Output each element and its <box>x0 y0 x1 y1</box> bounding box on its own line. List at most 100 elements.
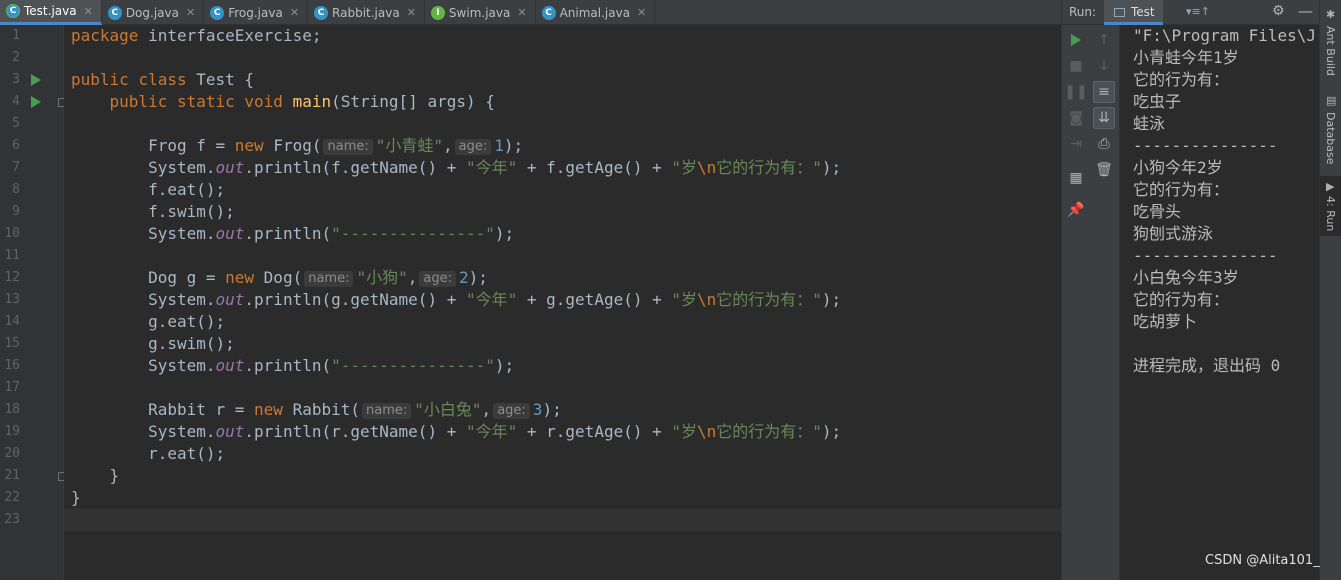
tab-label: Animal.java <box>559 5 631 20</box>
rerun-icon[interactable] <box>1065 29 1087 51</box>
console-line: 进程完成，退出码 0 <box>1133 356 1281 375</box>
console-line: 小狗今年2岁 <box>1133 158 1223 177</box>
tab-frog-java[interactable]: C Frog.java ✕ <box>204 0 309 25</box>
code-line-15: g.swim(); <box>148 334 235 353</box>
minimize-icon[interactable]: — <box>1298 2 1313 20</box>
line-number: 6 <box>12 138 20 153</box>
line-number: 3 <box>12 72 20 87</box>
code-line-21: } <box>71 466 120 485</box>
login-icon[interactable]: ⇥ <box>1065 133 1087 155</box>
parameter-hint: age: <box>419 271 456 287</box>
line-number: 17 <box>4 380 20 395</box>
code-line-13: System.out.println(g.getName() + "今年" + … <box>148 290 842 309</box>
console-line: 小白兔今年3岁 <box>1133 268 1239 287</box>
tab-label: Test.java <box>24 4 77 18</box>
code-line-18: Rabbit r = new Rabbit(name: "小白兔", age: 3); <box>148 400 562 419</box>
close-icon[interactable]: ✕ <box>517 6 526 19</box>
camera-icon[interactable]: ◙ <box>1065 107 1087 129</box>
console-line: 吃胡萝卜 <box>1133 312 1198 331</box>
tab-test-java[interactable]: C Test.java ✕ <box>0 0 102 25</box>
close-icon[interactable]: ✕ <box>290 6 299 19</box>
main-class-icon: C <box>6 4 20 18</box>
console-line: 吃骨头 <box>1133 202 1182 221</box>
stop-icon[interactable]: ■ <box>1065 55 1087 77</box>
up-arrow-icon[interactable]: ↑ <box>1093 29 1115 51</box>
parameter-hint: age: <box>493 403 530 419</box>
code-line-20: r.eat(); <box>148 444 226 463</box>
close-icon[interactable]: ✕ <box>407 6 416 19</box>
gear-icon[interactable]: ⚙ <box>1272 3 1285 19</box>
line-number: 4 <box>12 94 20 109</box>
tab-animal-java[interactable]: C Animal.java ✕ <box>536 0 656 25</box>
line-number-gutter[interactable]: 1 2 3 4 5 6 7 8 9 10 11 12 13 14 15 16 1… <box>0 25 67 580</box>
line-number: 23 <box>4 512 20 527</box>
ant-icon: ✱ <box>1326 8 1336 21</box>
line-number: 15 <box>4 336 20 351</box>
run-tool-tab[interactable]: ▶ 4: Run <box>1320 176 1341 236</box>
run-icon: ▶ <box>1326 180 1335 193</box>
tab-dog-java[interactable]: C Dog.java ✕ <box>102 0 205 25</box>
line-number: 2 <box>12 50 20 65</box>
print-icon[interactable]: ⎙ <box>1093 133 1115 155</box>
line-number: 14 <box>4 314 20 329</box>
tab-swim-java[interactable]: I Swim.java ✕ <box>425 0 536 25</box>
code-line-19: System.out.println(r.getName() + "今年" + … <box>148 422 842 441</box>
line-number: 19 <box>4 424 20 439</box>
console-line: 它的行为有： <box>1133 70 1230 89</box>
code-line-1: package interfaceExercise; <box>71 26 322 45</box>
soft-wrap-icon[interactable]: ≡ <box>1093 81 1115 103</box>
parameter-hint: name: <box>323 139 373 155</box>
scroll-to-end-icon[interactable]: ⇊ <box>1093 107 1115 129</box>
console-line: "F:\Program Files\J <box>1133 26 1317 45</box>
right-tool-strip: ✱ Ant Build ▤ Database ▶ 4: Run <box>1319 0 1341 580</box>
database-label: Database <box>1324 112 1337 165</box>
close-icon[interactable]: ✕ <box>84 5 93 18</box>
line-number: 5 <box>12 116 20 131</box>
run-main-icon[interactable] <box>31 96 41 108</box>
console-line: 它的行为有： <box>1133 290 1230 309</box>
parameter-hint: age: <box>454 139 492 155</box>
down-arrow-icon[interactable]: ↓ <box>1093 55 1115 77</box>
parameter-hint: name: <box>362 403 412 419</box>
code-line-3: public class Test { <box>71 70 255 89</box>
line-number: 13 <box>4 292 20 307</box>
line-number: 10 <box>4 226 20 241</box>
line-number: 18 <box>4 402 20 417</box>
database-tab[interactable]: ▤ Database <box>1320 92 1341 168</box>
close-icon[interactable]: ✕ <box>637 6 646 19</box>
code-editor[interactable]: package interfaceExercise; public class … <box>64 25 1061 580</box>
console-output[interactable]: "F:\Program Files\J 小青蛙今年1岁 它的行为有： 吃虫子 蛙… <box>1120 25 1319 580</box>
ant-build-tab[interactable]: ✱ Ant Build <box>1320 6 1341 82</box>
line-number: 9 <box>12 204 20 219</box>
code-line-16: System.out.println("---------------"); <box>148 356 515 375</box>
code-line-4: public static void main(String[] args) { <box>109 92 495 111</box>
run-tab-test[interactable]: Test <box>1104 0 1163 25</box>
pin-icon[interactable]: 📌 <box>1065 199 1087 221</box>
line-number: 22 <box>4 490 20 505</box>
run-tool-label: 4: Run <box>1324 196 1337 232</box>
layout-icon[interactable]: ▦ <box>1065 167 1087 189</box>
tab-options-icon[interactable]: ▾≡↑ <box>1186 5 1210 18</box>
console-line: 它的行为有： <box>1133 180 1230 199</box>
line-number: 21 <box>4 468 20 483</box>
editor-tab-bar: C Test.java ✕ C Dog.java ✕ C Frog.java ✕… <box>0 0 1061 25</box>
code-line-7: System.out.println(f.getName() + "今年" + … <box>148 158 842 177</box>
close-icon[interactable]: ✕ <box>186 6 195 19</box>
line-number: 8 <box>12 182 20 197</box>
run-panel-header: Run: Test ▾≡↑ ⚙ — <box>1061 0 1319 25</box>
run-panel-label: Run: <box>1069 5 1097 19</box>
interface-icon: I <box>430 5 445 20</box>
line-number: 1 <box>12 28 20 43</box>
pause-icon[interactable]: ❚❚ <box>1064 81 1087 103</box>
console-tab-icon <box>1114 8 1125 17</box>
line-number: 7 <box>12 160 20 175</box>
tab-label: Dog.java <box>125 5 179 20</box>
abstract-class-icon: C <box>541 5 556 20</box>
run-class-icon[interactable] <box>31 74 41 86</box>
trash-icon[interactable]: 🗑 <box>1093 159 1115 181</box>
console-line: --------------- <box>1133 246 1278 265</box>
tab-rabbit-java[interactable]: C Rabbit.java ✕ <box>308 0 425 25</box>
class-icon: C <box>314 5 329 20</box>
line-number: 12 <box>4 270 20 285</box>
line-number: 11 <box>4 248 20 263</box>
